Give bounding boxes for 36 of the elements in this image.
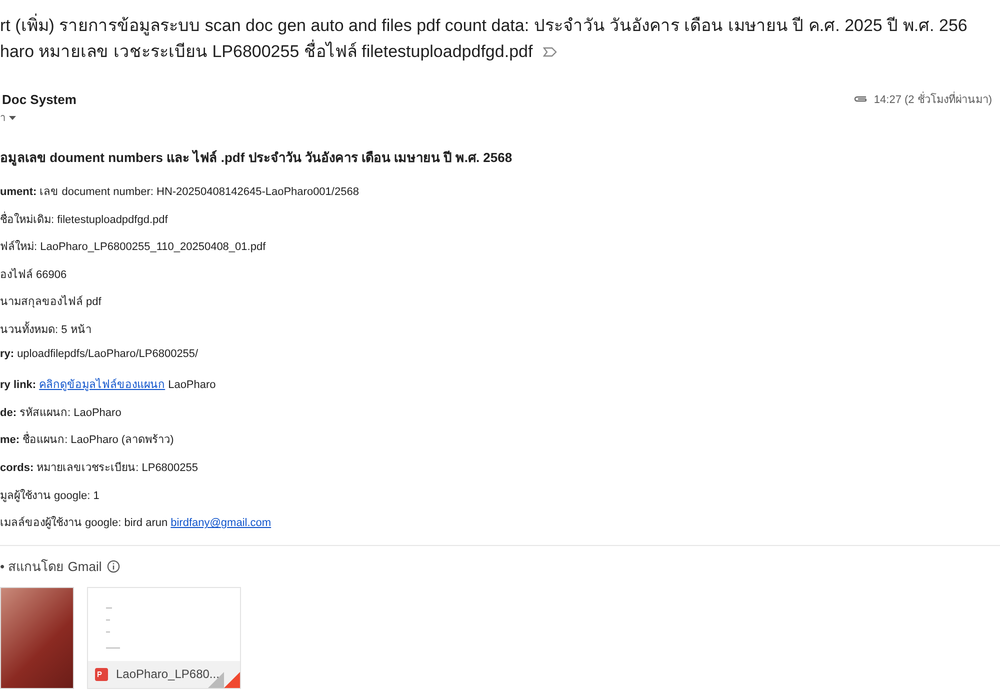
field-label: de: [0,406,16,419]
field-value: ชื่อแผนก: LaoPharo (ลาดพร้าว) [22,430,174,448]
field-value: เมลล์ของผู้ใช้งาน google: bird arun [0,515,168,532]
link[interactable]: birdfany@gmail.com [170,517,272,530]
field-label: ument: [0,186,37,198]
field-value: ชื่อใหม่เดิม: filetestuploadpdfgd.pdf [0,210,168,228]
field-value: LaoPharo [168,379,216,392]
attachment-icon [854,95,868,103]
field-label: ry link: [0,379,36,392]
image-thumbnail[interactable] [0,586,74,689]
link[interactable]: คลิกดูข้อมูลไฟล์ของแผนก [39,375,166,394]
field-label: cords: [0,462,34,474]
field-value: นวนทั้งหมด: 5 หน้า [0,320,92,338]
field-value: ฟล์ใหม่: LaoPharo_LP6800255_110_20250408_01.pdf [0,239,266,256]
field-value: มูลผู้ใช้งาน google: 1 [0,488,100,504]
recipient-text: า [0,112,6,125]
email-heading: อมูลเลข doument numbers และ ไฟล์ .pdf ประจำวัน วันอังคาร เดือน เมษายน ปี พ.ศ. 2568 [0,148,514,168]
email-subject: haro หมายเลข เวชะระเบียน LP6800255 ชื่อไฟล์ filetestuploadpdfgd.pdf [0,40,533,64]
email-subject: rt (เพิ่ม) รายการข้อมูลระบบ scan doc gen auto and files pdf count data: ประจำวัน วันอังคาร เดือน เมษายน ปี ค.ศ. 2025 ปี พ.ศ. 256 [0,14,968,38]
field-label: me: [0,434,20,446]
attachment-name: LaoPharo_LP680... [116,667,220,682]
timestamp: 14:27 (2 ชั่วโมงที่ผ่านมา) [874,90,992,108]
field-value: องไฟล์ 66906 [0,267,67,283]
field-value: uploadfilepdfs/LaoPharo/LP6800255/ [17,348,198,360]
caret-icon[interactable] [9,116,16,120]
field-value: รหัสแผนก: LaoPharo [20,406,122,421]
label-icon[interactable] [542,47,557,57]
attachment-card[interactable]: LaoPharo_LP680... [87,586,241,689]
info-icon[interactable] [106,560,120,573]
field-value: นามสกุลของไฟล์ pdf [0,294,102,310]
field-value: เลข document number: HN-20250408142645-LaoPharo001/2568 [40,185,359,200]
attachments-label: • สแกนโดย Gmail [0,558,102,576]
field-value: หมายเลขเวชระเบียน: LP6800255 [36,460,198,476]
field-label: ry: [0,348,14,360]
pdf-file-icon [95,668,108,681]
sender-name: Doc System [1,92,76,106]
